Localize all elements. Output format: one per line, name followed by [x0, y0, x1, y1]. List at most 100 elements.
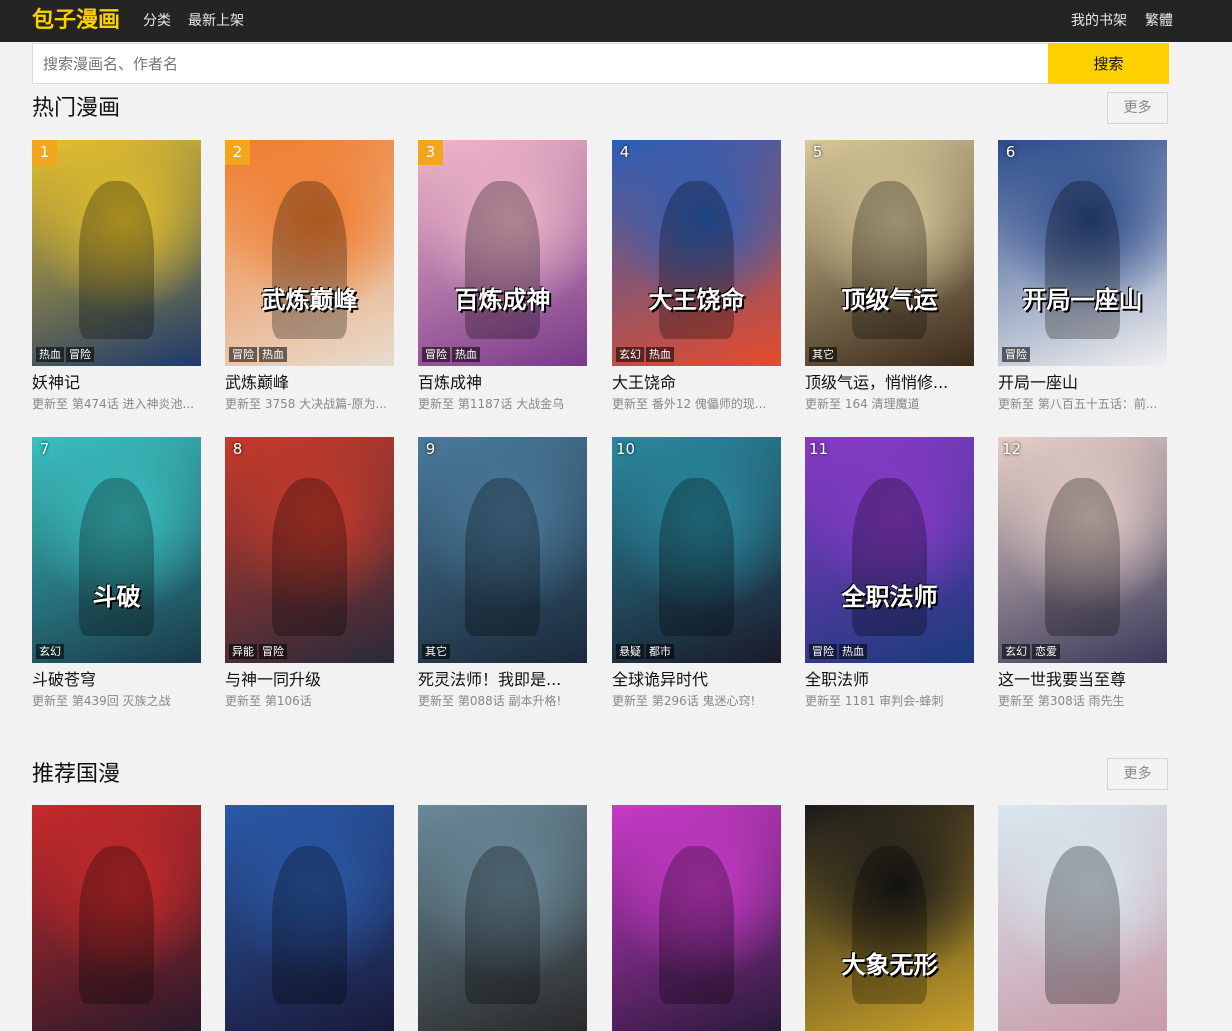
comic-cover[interactable]: 大象无形	[805, 805, 974, 1031]
comic-cover[interactable]: 1 热血 冒险	[32, 140, 201, 366]
cover-figure	[465, 180, 540, 339]
comic-latest-chapter[interactable]: 更新至 第474话 进入神炎池...	[32, 396, 201, 412]
comic-title[interactable]: 大王饶命	[612, 373, 781, 393]
comic-latest-chapter[interactable]: 更新至 第八百五十五话：前...	[998, 396, 1167, 412]
comic-card[interactable]	[998, 805, 1167, 1031]
genre-tags: 冒险 热血	[422, 347, 480, 362]
comic-card[interactable]: 顶级气运 5 其它 顶级气运，悄悄修... 更新至 164 清理魔道	[805, 140, 974, 412]
comic-card[interactable]	[418, 805, 587, 1031]
comic-latest-chapter[interactable]: 更新至 第308话 雨先生	[998, 693, 1167, 709]
rank-badge: 12	[1002, 440, 1022, 458]
comic-cover[interactable]: 8 异能 冒险	[225, 437, 394, 663]
search-bar: 搜索	[32, 43, 1169, 84]
comic-title[interactable]: 妖神记	[32, 373, 201, 393]
comic-card[interactable]: 10 悬疑 都市全球诡异时代更新至 第296话 鬼迷心窍!	[612, 437, 781, 709]
rank-badge: 7	[39, 440, 50, 458]
cover-title-text: 百炼成神	[454, 285, 551, 314]
comic-title[interactable]: 顶级气运，悄悄修...	[805, 373, 974, 393]
genre-tag: 冒险	[1002, 347, 1030, 362]
comic-cover[interactable]: 大王饶命 4 玄幻 热血	[612, 140, 781, 366]
rank-badge: 5	[812, 143, 823, 161]
search-input[interactable]	[33, 44, 1048, 83]
rank-badge: 9	[425, 440, 436, 458]
genre-tag: 其它	[422, 644, 450, 659]
comic-card[interactable]: 大象无形	[805, 805, 974, 1031]
cover-figure	[852, 180, 927, 339]
comic-card[interactable]: 8 异能 冒险与神一同升级更新至 第106话	[225, 437, 394, 709]
comic-card[interactable]: 9 其它死灵法师！我即是... 更新至 第088话 副本升格!	[418, 437, 587, 709]
comic-title[interactable]: 武炼巅峰	[225, 373, 394, 393]
comic-card[interactable]	[225, 805, 394, 1031]
comic-card[interactable]: 大王饶命 4 玄幻 热血 大王饶命 更新至 番外12 傀儡师的现...	[612, 140, 781, 412]
cover-figure	[79, 477, 154, 636]
comic-cover[interactable]: 顶级气运 5 其它	[805, 140, 974, 366]
genre-tag: 冒险	[229, 347, 257, 362]
comic-card[interactable]: 斗破 7 玄幻斗破苍穹更新至 第439回 灭族之战	[32, 437, 201, 709]
nav-latest-link[interactable]: 最新上架	[188, 12, 244, 30]
rank-badge: 4	[619, 143, 630, 161]
comic-latest-chapter[interactable]: 更新至 1181 审判会-蜂刺	[805, 693, 974, 709]
comic-cover[interactable]: 12 玄幻 恋爱	[998, 437, 1167, 663]
comic-cover[interactable]	[612, 805, 781, 1031]
recommend-more-button[interactable]: 更多	[1107, 758, 1168, 790]
comic-cover[interactable]: 斗破 7 玄幻	[32, 437, 201, 663]
genre-tag: 异能	[229, 644, 257, 659]
comic-card[interactable]: 百炼成神 3 冒险 热血 百炼成神 更新至 第1187话 大战金乌	[418, 140, 587, 412]
comic-latest-chapter[interactable]: 更新至 第439回 灭族之战	[32, 693, 201, 709]
hot-comics-grid: 1 热血 冒险 妖神记 更新至 第474话 进入神炎池... 武炼巅峰 2 冒险 热血 武炼巅峰更…	[32, 140, 1168, 720]
comic-cover[interactable]: 百炼成神 3 冒险 热血	[418, 140, 587, 366]
comic-title[interactable]: 百炼成神	[418, 373, 587, 393]
comic-cover[interactable]: 武炼巅峰 2 冒险 热血	[225, 140, 394, 366]
comic-card[interactable]: 12 玄幻 恋爱这一世我要当至尊更新至 第308话 雨先生	[998, 437, 1167, 709]
search-button[interactable]: 搜索	[1048, 43, 1169, 84]
hot-section-title: 热门漫画	[32, 96, 121, 121]
my-bookshelf-link[interactable]: 我的书架	[1071, 12, 1127, 30]
comic-title[interactable]: 全球诡异时代	[612, 670, 781, 690]
comic-cover[interactable]: 开局一座山 6 冒险	[998, 140, 1167, 366]
comic-card[interactable]: 武炼巅峰 2 冒险 热血武炼巅峰更新至 3758 大决战篇-原为...	[225, 140, 394, 412]
comic-cover[interactable]: 全职法师 11 冒险 热血	[805, 437, 974, 663]
comic-cover[interactable]: 10 悬疑 都市	[612, 437, 781, 663]
comic-cover[interactable]	[32, 805, 201, 1031]
comic-card[interactable]	[612, 805, 781, 1031]
comic-latest-chapter[interactable]: 更新至 第106话	[225, 693, 394, 709]
comic-title[interactable]: 开局一座山	[998, 373, 1167, 393]
comic-latest-chapter[interactable]: 更新至 164 清理魔道	[805, 396, 974, 412]
site-logo[interactable]: 包子漫画	[32, 6, 120, 36]
genre-tag: 都市	[646, 644, 674, 659]
comic-cover[interactable]	[225, 805, 394, 1031]
traditional-chinese-link[interactable]: 繁體	[1145, 12, 1173, 30]
comic-title[interactable]: 这一世我要当至尊	[998, 670, 1167, 690]
cover-figure	[1045, 477, 1120, 636]
comic-card[interactable]: 开局一座山 6 冒险开局一座山更新至 第八百五十五话：前...	[998, 140, 1167, 412]
comic-title[interactable]: 与神一同升级	[225, 670, 394, 690]
comic-latest-chapter[interactable]: 更新至 第1187话 大战金乌	[418, 396, 587, 412]
comic-title[interactable]: 斗破苍穹	[32, 670, 201, 690]
rank-badge: 10	[616, 440, 636, 458]
recommend-section-title: 推荐国漫	[32, 762, 121, 787]
rank-badge: 11	[809, 440, 829, 458]
genre-tag: 热血	[36, 347, 64, 362]
genre-tags: 玄幻 热血	[616, 347, 674, 362]
hot-more-button[interactable]: 更多	[1107, 92, 1168, 124]
comic-cover[interactable]	[418, 805, 587, 1031]
comic-latest-chapter[interactable]: 更新至 3758 大决战篇-原为...	[225, 396, 394, 412]
cover-figure	[659, 477, 734, 636]
genre-tag: 冒险	[66, 347, 94, 362]
genre-tag: 热血	[839, 644, 867, 659]
comic-title[interactable]: 死灵法师！我即是...	[418, 670, 587, 690]
genre-tags: 热血 冒险	[36, 347, 94, 362]
comic-card[interactable]: 1 热血 冒险妖神记更新至 第474话 进入神炎池...	[32, 140, 201, 412]
cover-title-text: 顶级气运	[841, 285, 938, 314]
comic-latest-chapter[interactable]: 更新至 第296话 鬼迷心窍!	[612, 693, 781, 709]
comic-card[interactable]: 全职法师 11 冒险 热血全职法师更新至 1181 审判会-蜂刺	[805, 437, 974, 709]
comic-latest-chapter[interactable]: 更新至 番外12 傀儡师的现...	[612, 396, 781, 412]
comic-cover[interactable]: 9 其它	[418, 437, 587, 663]
comic-cover[interactable]	[998, 805, 1167, 1031]
nav-category-link[interactable]: 分类	[143, 12, 171, 30]
comic-card[interactable]	[32, 805, 201, 1031]
genre-tag: 悬疑	[616, 644, 644, 659]
comic-latest-chapter[interactable]: 更新至 第088话 副本升格!	[418, 693, 587, 709]
genre-tags: 其它	[422, 644, 450, 659]
comic-title[interactable]: 全职法师	[805, 670, 974, 690]
